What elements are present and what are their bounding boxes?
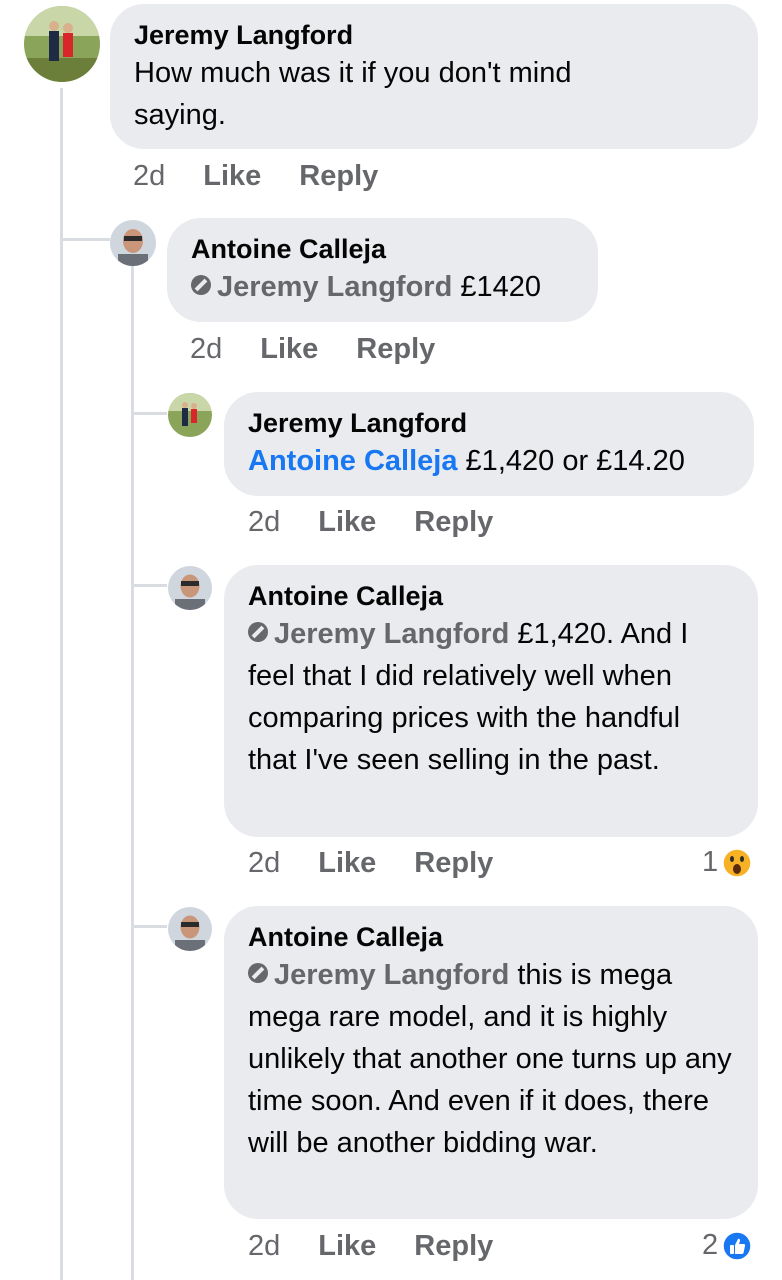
comment-actions: 2d Like Reply xyxy=(248,847,493,880)
comment-text: Jeremy Langford £1420 xyxy=(191,266,574,308)
reply-button[interactable]: Reply xyxy=(414,847,493,880)
mention-link[interactable]: Jeremy Langford xyxy=(217,271,452,303)
avatar[interactable] xyxy=(110,220,156,266)
like-button[interactable]: Like xyxy=(318,1230,376,1263)
comment-timestamp[interactable]: 2d xyxy=(190,333,222,366)
reaction-summary[interactable]: 1 xyxy=(702,846,752,879)
comment-text: Jeremy Langford £1,420. And I feel that … xyxy=(248,613,734,781)
comment-actions: 2d Like Reply xyxy=(133,160,378,193)
like-button[interactable]: Like xyxy=(318,506,376,539)
comment-timestamp[interactable]: 2d xyxy=(248,506,280,539)
comment-timestamp[interactable]: 2d xyxy=(133,160,165,193)
comment-body: £1,420 or £14.20 xyxy=(457,445,685,477)
thread-line-main xyxy=(60,88,63,1280)
comment-actions: 2d Like Reply xyxy=(248,506,493,539)
comment-text: How much was it if you don't mind saying… xyxy=(134,57,572,131)
reaction-count: 2 xyxy=(702,1229,719,1261)
reply-button[interactable]: Reply xyxy=(414,1230,493,1263)
comment-timestamp[interactable]: 2d xyxy=(248,847,280,880)
like-button[interactable]: Like xyxy=(260,333,318,366)
reply-button[interactable]: Reply xyxy=(414,506,493,539)
thread-branch-3 xyxy=(131,584,167,587)
thread-branch-1 xyxy=(60,238,110,241)
comment-text: Antoine Calleja £1,420 or £14.20 xyxy=(248,440,730,482)
mention-link[interactable]: Jeremy Langford xyxy=(274,618,509,650)
comment-actions: 2d Like Reply xyxy=(190,333,435,366)
avatar[interactable] xyxy=(24,6,100,82)
like-button[interactable]: Like xyxy=(203,160,261,193)
comment-text: Jeremy Langford this is mega mega rare m… xyxy=(248,954,740,1164)
comment-bubble: Jeremy Langford How much was it if you d… xyxy=(110,4,758,149)
comment-author[interactable]: Antoine Calleja xyxy=(191,232,574,266)
comment-author[interactable]: Antoine Calleja xyxy=(248,579,734,613)
reply-button[interactable]: Reply xyxy=(356,333,435,366)
comment-author[interactable]: Antoine Calleja xyxy=(248,920,734,954)
thread-branch-2 xyxy=(131,412,167,415)
comment-timestamp[interactable]: 2d xyxy=(248,1230,280,1263)
blocked-user-icon xyxy=(191,275,211,295)
comment-author[interactable]: Jeremy Langford xyxy=(248,406,730,440)
comment-bubble: Antoine Calleja Jeremy Langford this is … xyxy=(224,906,758,1219)
comment-author[interactable]: Jeremy Langford xyxy=(134,18,734,52)
comment-body: £1420 xyxy=(452,271,541,303)
comment-bubble: Antoine Calleja Jeremy Langford £1420 xyxy=(167,218,598,322)
blocked-user-icon xyxy=(248,622,268,642)
thread-branch-4 xyxy=(131,925,167,928)
avatar[interactable] xyxy=(168,393,212,437)
mention-link[interactable]: Antoine Calleja xyxy=(248,445,458,477)
avatar[interactable] xyxy=(168,566,212,610)
like-thumb-icon xyxy=(722,1230,752,1261)
wow-emoji-icon xyxy=(722,847,752,878)
comment-bubble: Jeremy Langford Antoine Calleja £1,420 o… xyxy=(224,392,754,496)
avatar[interactable] xyxy=(168,907,212,951)
reply-button[interactable]: Reply xyxy=(299,160,378,193)
reaction-summary[interactable]: 2 xyxy=(702,1229,752,1262)
mention-link[interactable]: Jeremy Langford xyxy=(274,959,509,991)
thread-line-nested xyxy=(131,265,134,1280)
comment-bubble: Antoine Calleja Jeremy Langford £1,420. … xyxy=(224,565,758,837)
reaction-count: 1 xyxy=(702,846,719,878)
comment-actions: 2d Like Reply xyxy=(248,1230,493,1263)
like-button[interactable]: Like xyxy=(318,847,376,880)
blocked-user-icon xyxy=(248,963,268,983)
